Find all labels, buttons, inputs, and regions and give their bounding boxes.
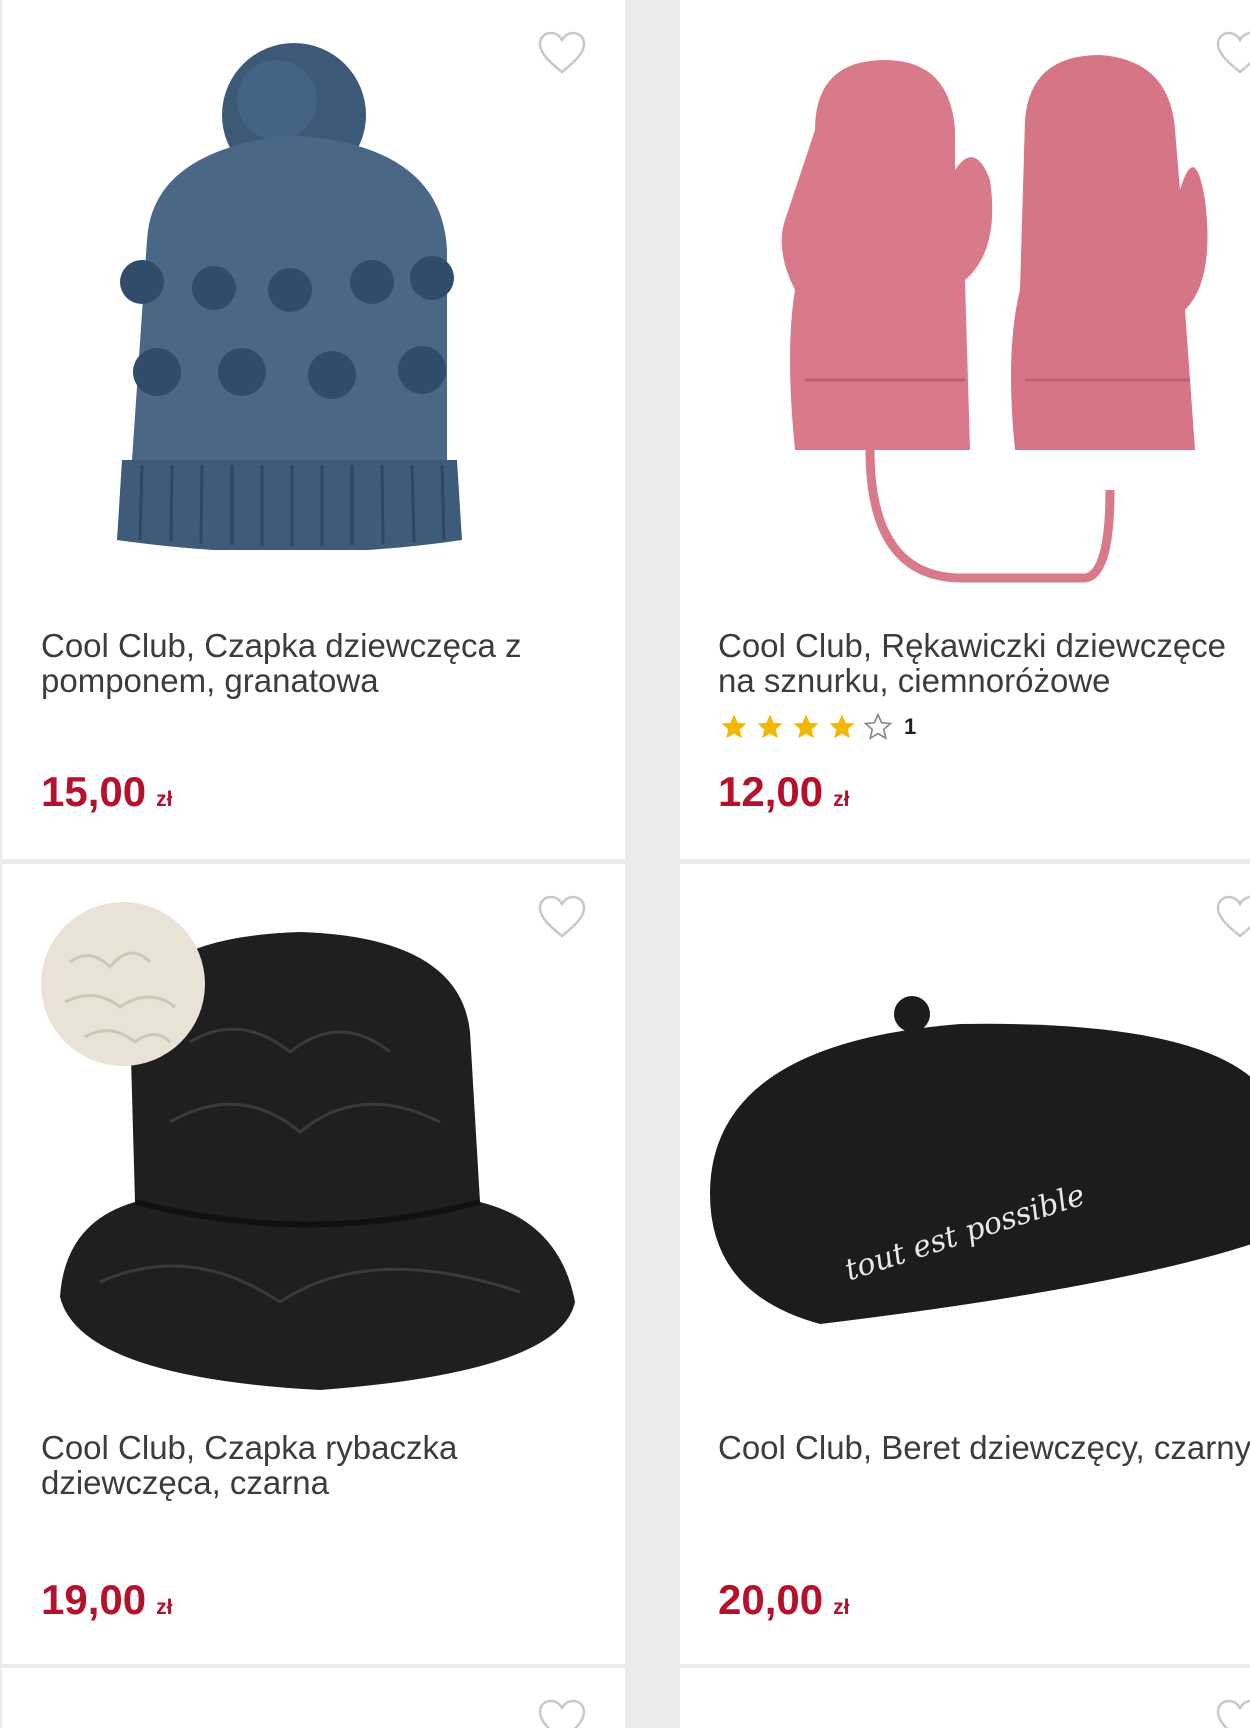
product-title[interactable]: Cool Club, Czapka dziewczęca z pomponem,… <box>41 628 601 698</box>
product-price: 20,00 zł <box>718 1576 850 1623</box>
product-price: 15,00 zł <box>41 768 173 815</box>
star-filled-icon <box>718 712 750 742</box>
product-card[interactable]: Cool Club, Czapka rybaczka dziewczęca, c… <box>2 864 625 1664</box>
star-filled-icon <box>790 712 822 742</box>
star-empty-icon <box>862 712 894 742</box>
product-price: 19,00 zł <box>41 1576 173 1623</box>
product-card[interactable]: Cool Club, Czapka dziewczęca z pomponem,… <box>2 0 625 859</box>
product-image[interactable]: tout est possible <box>700 994 1250 1334</box>
product-card[interactable] <box>2 1668 625 1728</box>
star-filled-icon <box>754 712 786 742</box>
product-grid: Cool Club, Czapka dziewczęca z pomponem,… <box>0 0 1250 1728</box>
product-title[interactable]: Cool Club, Czapka rybaczka dziewczęca, c… <box>41 1430 601 1500</box>
star-filled-icon <box>826 712 858 742</box>
product-card[interactable] <box>680 1668 1250 1728</box>
product-card[interactable]: Cool Club, Rękawiczki dziewczęce na sznu… <box>680 0 1250 859</box>
rating-count: 1 <box>904 714 917 739</box>
product-card[interactable]: tout est possible Cool Club, Beret dziew… <box>680 864 1250 1664</box>
product-image[interactable] <box>102 20 502 550</box>
product-title[interactable]: Cool Club, Rękawiczki dziewczęce na sznu… <box>718 628 1250 698</box>
product-image[interactable] <box>40 902 600 1392</box>
star-rating: 1 <box>718 712 916 742</box>
product-price: 12,00 zł <box>718 768 850 815</box>
heart-icon[interactable] <box>1215 1698 1250 1728</box>
product-image[interactable] <box>775 50 1235 590</box>
heart-icon[interactable] <box>537 30 587 76</box>
heart-icon[interactable] <box>537 1698 587 1728</box>
product-title[interactable]: Cool Club, Beret dziewczęcy, czarny <box>718 1430 1250 1465</box>
heart-icon[interactable] <box>1215 894 1250 940</box>
